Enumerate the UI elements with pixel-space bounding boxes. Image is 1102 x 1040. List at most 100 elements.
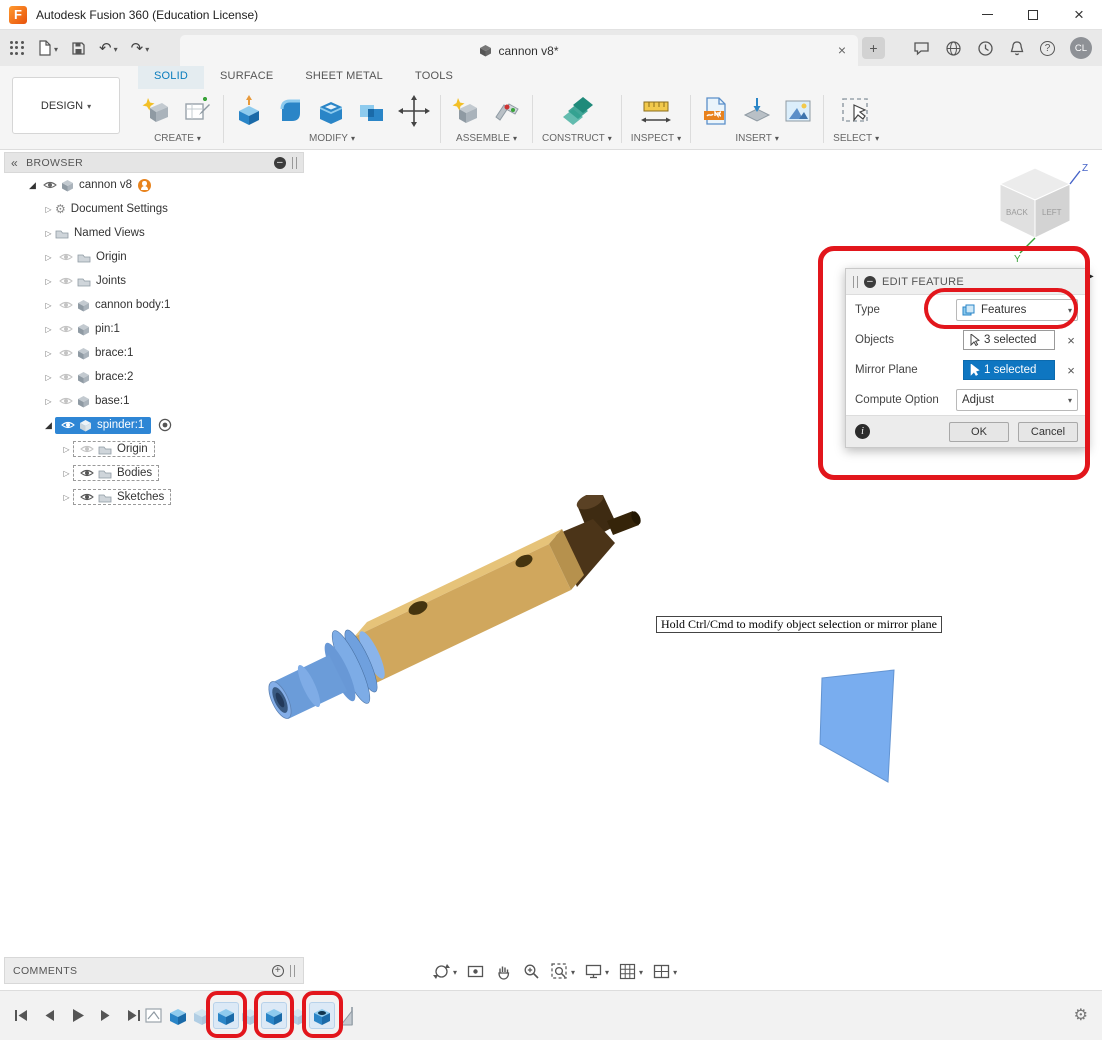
modify-dropdown[interactable]: MODIFY xyxy=(309,133,355,149)
create-sketch-icon[interactable] xyxy=(182,95,214,127)
document-tab-close-icon[interactable] xyxy=(838,42,846,58)
timeline-suppressed-feature[interactable] xyxy=(189,1002,215,1029)
expand-icon[interactable] xyxy=(42,325,55,334)
timeline-sketch-feature[interactable] xyxy=(141,1002,167,1029)
comments-grip[interactable] xyxy=(290,965,295,977)
fillet-icon[interactable] xyxy=(274,95,306,127)
orbit-button[interactable] xyxy=(432,962,457,981)
expand-icon[interactable] xyxy=(42,397,55,406)
canvas-image-icon[interactable] xyxy=(782,95,814,127)
history-icon[interactable] xyxy=(977,40,994,57)
notifications-icon[interactable] xyxy=(1009,40,1025,57)
selection-dashed-highlight[interactable]: Origin xyxy=(73,441,155,457)
maximize-button[interactable] xyxy=(1010,0,1056,29)
eye-icon[interactable] xyxy=(59,300,73,310)
selection-dashed-highlight[interactable]: Sketches xyxy=(73,489,171,505)
add-comment-icon[interactable] xyxy=(272,965,284,977)
expand-icon[interactable] xyxy=(42,349,55,358)
comments-panel[interactable]: COMMENTS xyxy=(4,957,304,984)
eye-icon[interactable] xyxy=(59,324,73,334)
workspace-selector[interactable]: DESIGN xyxy=(12,77,120,134)
tab-surface[interactable]: SURFACE xyxy=(204,66,289,89)
web-icon[interactable] xyxy=(945,40,962,57)
mirror-plane-clear-icon[interactable] xyxy=(1064,363,1078,378)
new-component-icon[interactable] xyxy=(450,95,482,127)
look-at-button[interactable] xyxy=(466,962,485,981)
display-settings-button[interactable] xyxy=(584,962,609,981)
insert-svg-icon[interactable] xyxy=(700,95,732,127)
tree-row-spinder-bodies[interactable]: Bodies xyxy=(4,461,304,485)
minimize-button[interactable] xyxy=(964,0,1010,29)
objects-selection-chip[interactable]: 3 selected xyxy=(963,330,1055,350)
play-button[interactable] xyxy=(68,1006,87,1025)
redo-button[interactable] xyxy=(131,39,150,57)
construct-dropdown[interactable]: CONSTRUCT xyxy=(542,133,612,149)
cannon-model[interactable] xyxy=(225,495,655,745)
save-button[interactable] xyxy=(71,41,86,56)
timeline-mirror-feature-1[interactable] xyxy=(213,1002,239,1029)
ok-button[interactable]: OK xyxy=(949,422,1009,442)
palette-expand-icon[interactable] xyxy=(1086,271,1094,282)
insert-mesh-icon[interactable] xyxy=(741,95,773,127)
tree-row-spinder-origin[interactable]: Origin xyxy=(4,437,304,461)
avatar[interactable]: CL xyxy=(1070,37,1092,59)
tree-row-named-views[interactable]: Named Views xyxy=(4,221,304,245)
mirror-plane[interactable] xyxy=(798,650,908,790)
compute-option-dropdown[interactable]: Adjust xyxy=(956,389,1078,411)
expand-icon[interactable] xyxy=(26,180,39,191)
tree-row-pin[interactable]: pin:1 xyxy=(4,317,304,341)
tab-sheet-metal[interactable]: SHEET METAL xyxy=(289,66,399,89)
browser-collapse-icon[interactable] xyxy=(11,156,18,170)
info-icon[interactable] xyxy=(855,424,870,439)
tree-row-cannon-body[interactable]: cannon body:1 xyxy=(4,293,304,317)
tree-row-brace-2[interactable]: brace:2 xyxy=(4,365,304,389)
tree-row-spinder-sketches[interactable]: Sketches xyxy=(4,485,304,509)
tree-row-brace-1[interactable]: brace:1 xyxy=(4,341,304,365)
cancel-button[interactable]: Cancel xyxy=(1018,422,1078,442)
insert-dropdown[interactable]: INSERT xyxy=(735,133,779,149)
expand-icon[interactable] xyxy=(60,445,73,454)
measure-icon[interactable] xyxy=(639,95,673,127)
step-forward-button[interactable] xyxy=(96,1006,115,1025)
select-icon[interactable] xyxy=(839,95,873,127)
expand-icon[interactable] xyxy=(42,373,55,382)
mirror-plane-selection-chip[interactable]: 1 selected xyxy=(963,360,1055,380)
fit-button[interactable] xyxy=(550,962,575,981)
timeline-suppressed-feature[interactable] xyxy=(285,1002,311,1029)
create-form-icon[interactable] xyxy=(141,95,173,127)
tree-row-base[interactable]: base:1 xyxy=(4,389,304,413)
eye-icon[interactable] xyxy=(61,420,75,430)
construct-plane-icon[interactable] xyxy=(560,95,594,127)
dialog-header[interactable]: EDIT FEATURE xyxy=(846,269,1087,295)
undo-button[interactable] xyxy=(99,39,118,57)
objects-clear-icon[interactable] xyxy=(1064,333,1078,348)
timeline-mirror-feature-2[interactable] xyxy=(261,1002,287,1029)
tab-solid[interactable]: SOLID xyxy=(138,66,204,89)
skip-to-start-button[interactable] xyxy=(12,1006,31,1025)
assemble-dropdown[interactable]: ASSEMBLE xyxy=(456,133,517,149)
tree-row-root[interactable]: cannon v8 xyxy=(4,173,304,197)
viewcube[interactable]: BACK LEFT Z Y xyxy=(978,158,1096,264)
grid-snap-button[interactable] xyxy=(618,962,643,981)
expand-icon[interactable] xyxy=(60,469,73,478)
shell-icon[interactable] xyxy=(315,95,347,127)
eye-icon[interactable] xyxy=(59,252,73,262)
create-dropdown[interactable]: CREATE xyxy=(154,133,201,149)
selection-dashed-highlight[interactable]: Bodies xyxy=(73,465,159,481)
pan-button[interactable] xyxy=(494,962,513,981)
document-tab[interactable]: cannon v8* xyxy=(180,35,858,66)
eye-icon[interactable] xyxy=(80,492,94,502)
activate-component-radio[interactable] xyxy=(158,418,172,432)
tree-row-spinder-selected[interactable]: spinder:1 xyxy=(4,413,304,437)
timeline-suppressed-feature[interactable] xyxy=(237,1002,263,1029)
expand-icon[interactable] xyxy=(42,277,55,286)
viewports-button[interactable] xyxy=(652,962,677,981)
timeline-position-marker[interactable] xyxy=(335,1002,361,1029)
file-menu-button[interactable] xyxy=(37,40,58,56)
selected-row-highlight[interactable]: spinder:1 xyxy=(55,417,151,434)
expand-icon[interactable] xyxy=(42,253,55,262)
expand-icon[interactable] xyxy=(60,493,73,502)
inspect-dropdown[interactable]: INSPECT xyxy=(631,133,681,149)
eye-icon[interactable] xyxy=(80,444,94,454)
expand-icon[interactable] xyxy=(42,205,55,214)
